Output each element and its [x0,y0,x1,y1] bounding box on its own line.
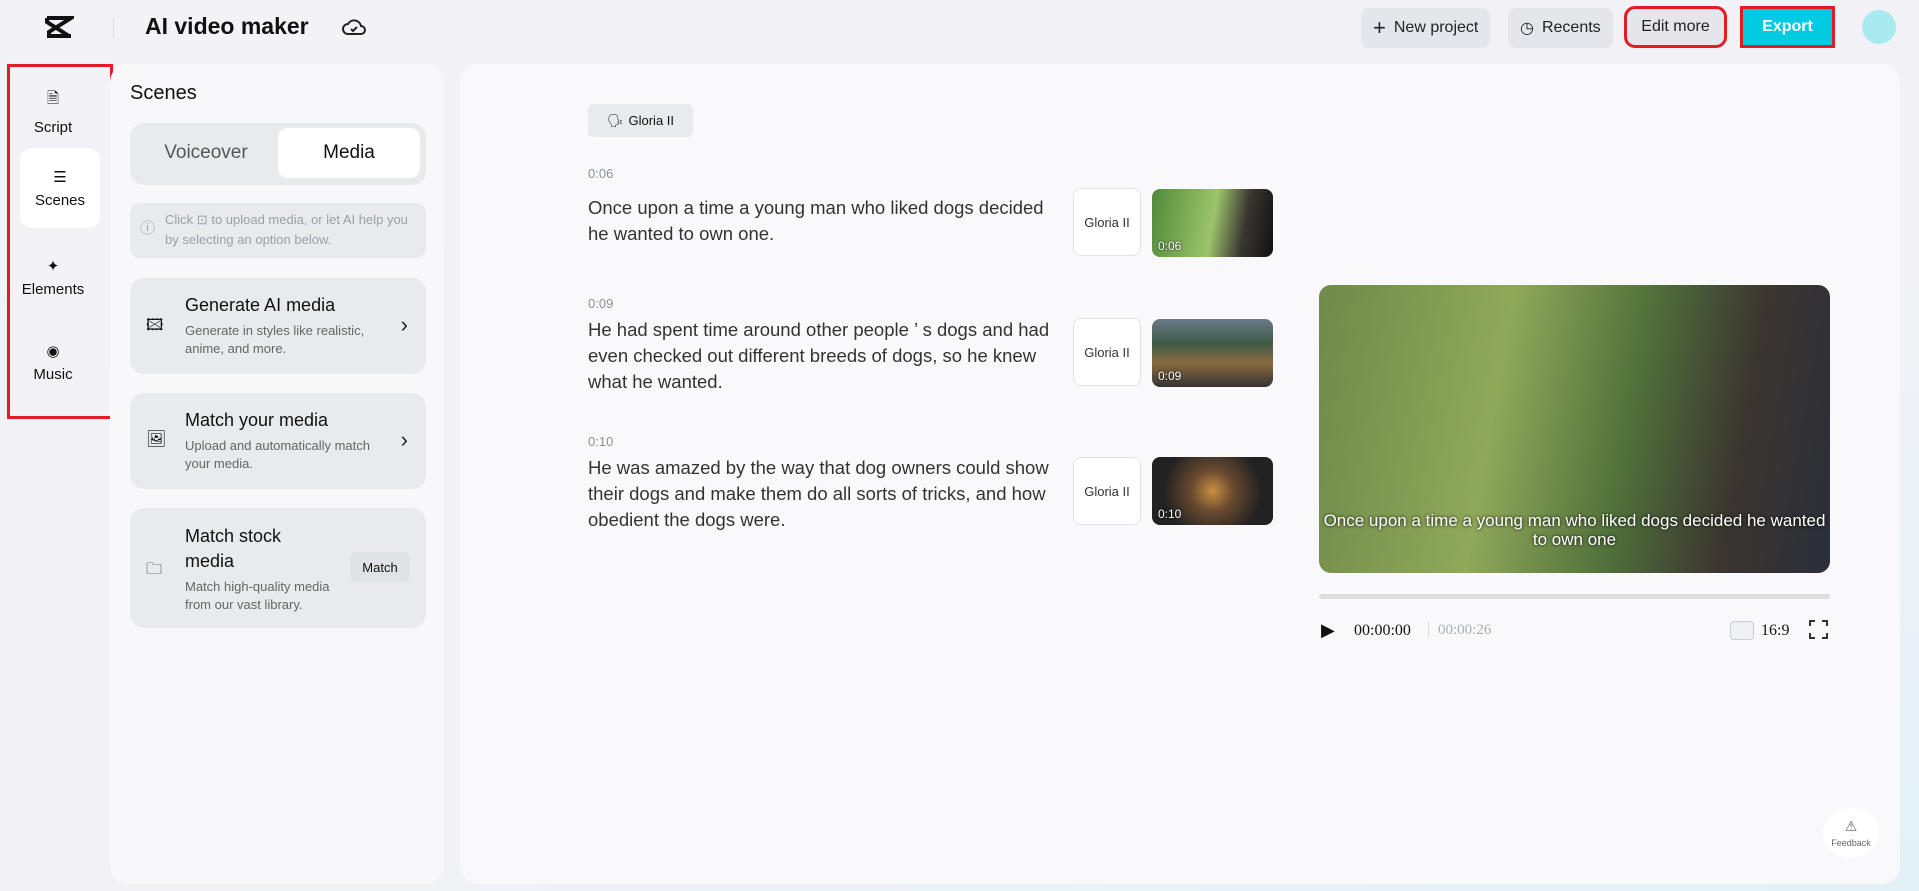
feedback-button[interactable]: ⚠ Feedback [1823,808,1879,858]
plus-icon: + [1373,15,1386,40]
music-icon: ◉ [46,342,60,360]
card-desc: Match high-quality media from our vast l… [185,579,330,612]
feedback-label: Feedback [1831,838,1871,848]
scene-text[interactable]: He had spent time around other people ’ … [588,317,1058,395]
rail-label: Scenes [34,191,86,209]
info-icon: ⓘ [140,220,156,237]
aspect-ratio-icon[interactable] [1730,621,1754,640]
video-preview[interactable]: Once upon a time a young man who liked d… [1319,285,1830,573]
ai-image-icon: 🖾 [146,317,164,334]
info-hint: ⓘ Click ⊡ to upload media, or let AI help… [130,203,426,258]
play-icon[interactable]: ▶ [1321,620,1335,641]
scene-thumbnail[interactable]: 0:09 [1152,319,1273,387]
panel-title: Scenes [130,82,197,104]
voice-icon: 🗣 [606,112,624,128]
total-time: 00:00:26 [1438,622,1492,638]
segmented-tabs: Voiceover Media [130,123,426,185]
scenes-icon: ☰ [53,168,67,186]
edit-more-button[interactable]: Edit more [1624,6,1727,48]
scene-text[interactable]: Once upon a time a young man who liked d… [588,195,1068,247]
recents-label: Recents [1541,19,1601,36]
upload-icon: ⊡ [196,212,208,227]
info-text-pre: Click [165,212,194,227]
thumb-time: 0:09 [1158,369,1182,383]
gallery-icon: 🖼 [146,431,167,448]
time-divider [1428,622,1429,638]
rail-item-elements[interactable]: ✦ Elements [13,237,93,317]
thumb-time: 0:06 [1158,239,1182,253]
scene-time: 0:06 [588,166,614,181]
scene-voice-button[interactable]: Gloria II [1073,457,1141,525]
rail-item-music[interactable]: ◉ Music [13,322,93,402]
tab-media[interactable]: Media [278,128,420,178]
feedback-icon: ⚠ [1844,818,1858,834]
subtitle: Once upon a time a young man who liked d… [1323,511,1826,549]
scene-thumbnail[interactable]: 0:10 [1152,457,1273,525]
card-desc: Upload and automatically match your medi… [185,438,370,471]
scenes-panel: Scenes Voiceover Media ⓘ Click ⊡ to uploa… [110,64,444,884]
voice-chip[interactable]: 🗣 Gloria II [588,104,693,137]
fullscreen-icon[interactable] [1809,620,1828,639]
card-desc: Generate in styles like realistic, anime… [185,323,365,356]
match-your-media-card[interactable]: 🖼 Match your media Upload and automatica… [130,393,426,489]
aspect-ratio[interactable]: 16:9 [1761,622,1789,640]
current-time: 00:00:00 [1354,622,1411,639]
card-title: Match your media [185,410,329,430]
scene-voice-button[interactable]: Gloria II [1073,318,1141,386]
capcut-logo [45,16,74,38]
script-icon: 🗎 [46,90,60,107]
elements-icon: ✦ [46,257,60,275]
new-project-label: New project [1393,19,1479,36]
playback-progress[interactable] [1319,594,1830,599]
scene-time: 0:10 [588,434,614,449]
divider [113,17,114,39]
match-stock-media-card[interactable]: 🗀 Match stock media Match high-quality m… [130,508,426,628]
new-project-button[interactable]: + New project [1361,8,1491,48]
rail-item-scenes[interactable]: ☰ Scenes [20,148,100,228]
scene-thumbnail[interactable]: 0:06 [1152,189,1273,257]
cloud-saved-icon [342,19,366,35]
tab-voiceover[interactable]: Voiceover [135,128,277,178]
avatar[interactable] [1862,10,1896,44]
match-button[interactable]: Match [350,552,410,582]
scene-voice-button[interactable]: Gloria II [1073,188,1141,256]
rail-label: Elements [21,280,85,298]
export-button[interactable]: Export [1740,6,1835,48]
voice-chip-label: Gloria II [628,113,675,128]
rail-label: Music [33,365,73,383]
scene-time: 0:09 [588,296,614,311]
generate-ai-media-card[interactable]: 🖾 Generate AI media Generate in styles l… [130,278,426,374]
folder-icon: 🗀 [146,561,163,578]
app-title: AI video maker [145,13,309,39]
scene-text[interactable]: He was amazed by the way that dog owners… [588,455,1058,533]
card-title: Generate AI media [185,295,336,315]
chevron-right-icon: › [400,427,408,452]
thumb-time: 0:10 [1158,507,1182,521]
rail-label: Script [33,119,73,136]
chevron-right-icon: › [400,312,408,337]
rail-item-script[interactable]: 🗎 Script [13,72,93,152]
clock-icon: ◷ [1520,20,1534,37]
recents-button[interactable]: ◷ Recents [1508,8,1613,48]
card-title: Match stock media [185,526,282,571]
